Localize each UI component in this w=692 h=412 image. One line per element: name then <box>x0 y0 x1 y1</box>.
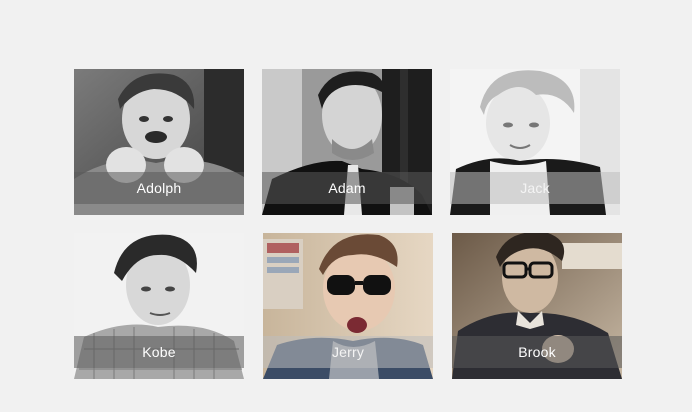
gallery-card-kobe[interactable]: Kobe <box>74 233 244 379</box>
gallery-card-adam[interactable]: Adam <box>262 69 432 215</box>
gallery-card-brook[interactable]: Brook <box>452 233 622 379</box>
gallery-card-jack[interactable]: Jack <box>450 69 620 215</box>
card-caption: Jack <box>450 172 620 204</box>
gallery-card-adolph[interactable]: Adolph <box>74 69 244 215</box>
card-caption: Kobe <box>74 336 244 368</box>
photo-gallery: Adolph Adam Jack Kobe Jerry Brook <box>0 0 692 412</box>
card-caption: Adolph <box>74 172 244 204</box>
gallery-card-jerry[interactable]: Jerry <box>263 233 433 379</box>
card-caption: Jerry <box>263 336 433 368</box>
card-caption: Brook <box>452 336 622 368</box>
card-caption: Adam <box>262 172 432 204</box>
